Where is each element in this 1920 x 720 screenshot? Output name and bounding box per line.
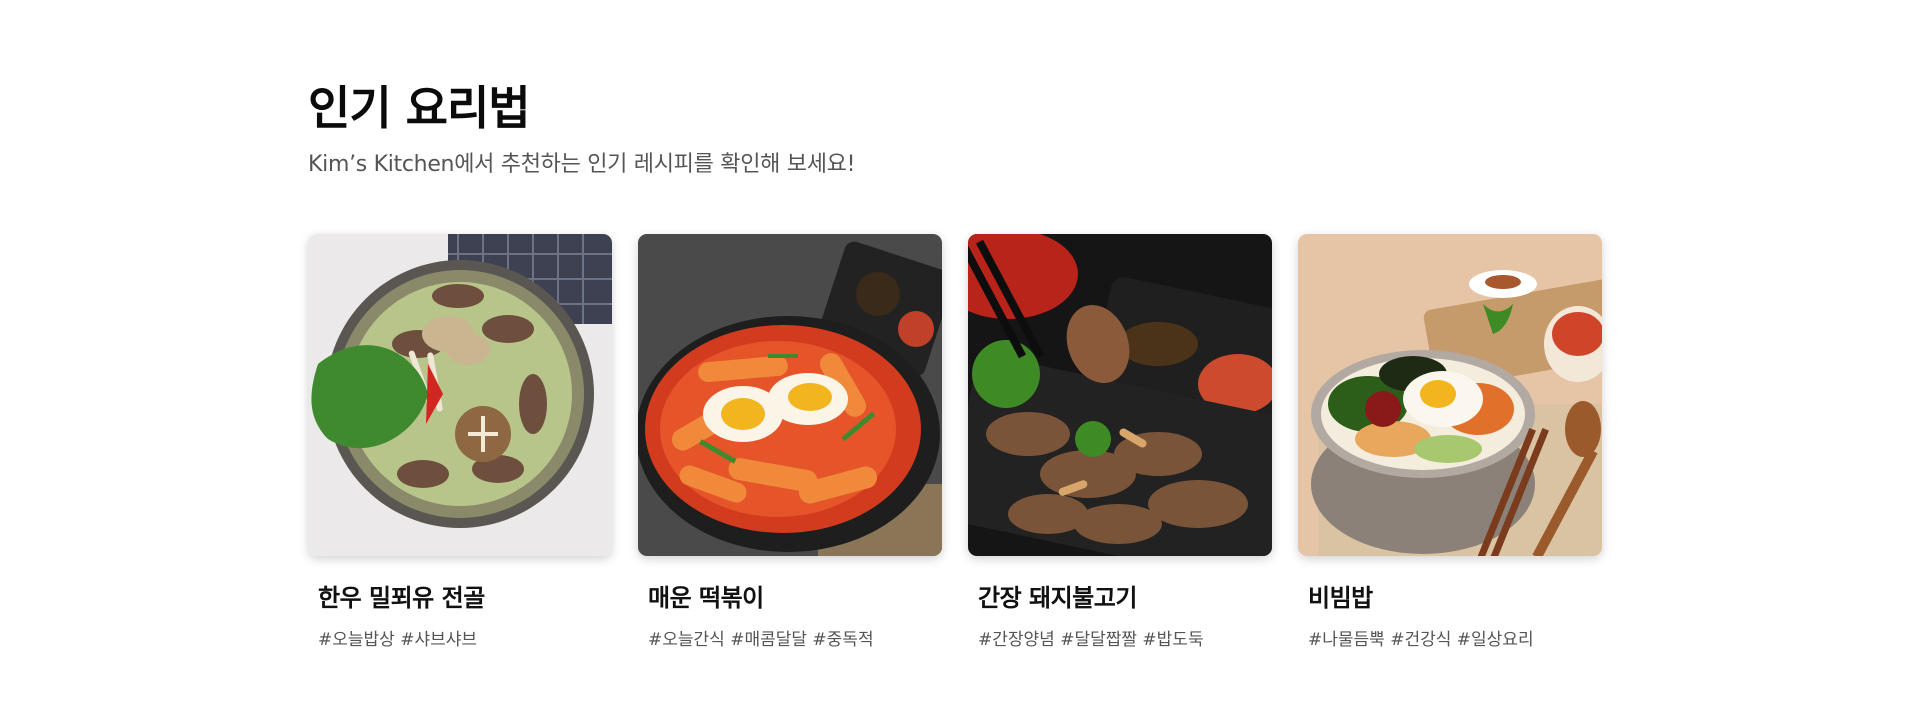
bulgogi-photo[interactable]	[968, 234, 1272, 556]
recipe-card-list: 한우 밀푀유 전골 #오늘밥상 #샤브샤브 매운 떡볶이 #오늘간식 #매콤달달…	[308, 234, 1602, 650]
recipe-tags: #간장양념 #달달짭짤 #밥도둑	[978, 630, 1204, 650]
tteokbokki-photo[interactable]	[638, 234, 942, 556]
hotpot-photo[interactable]	[308, 234, 612, 556]
recipe-card-hotpot[interactable]: 한우 밀푀유 전골 #오늘밥상 #샤브샤브	[308, 234, 612, 650]
recipe-tags: #오늘밥상 #샤브샤브	[318, 630, 478, 650]
recipe-title[interactable]: 비빔밥	[1308, 578, 1602, 613]
recipe-title[interactable]: 매운 떡볶이	[648, 578, 942, 613]
section-title: 인기 요리법	[308, 81, 531, 135]
recipe-card-tteokbokki[interactable]: 매운 떡볶이 #오늘간식 #매콤달달 #중독적	[638, 234, 942, 650]
recipe-tags: #오늘간식 #매콤달달 #중독적	[648, 630, 874, 650]
bibimbap-photo[interactable]	[1298, 234, 1602, 556]
recipe-title[interactable]: 간장 돼지불고기	[978, 578, 1272, 613]
recipe-card-bibimbap[interactable]: 비빔밥 #나물듬뿍 #건강식 #일상요리	[1298, 234, 1602, 650]
section-subtitle: Kim’s Kitchen에서 추천하는 인기 레시피를 확인해 보세요!	[308, 152, 856, 177]
recipe-title[interactable]: 한우 밀푀유 전골	[318, 578, 612, 613]
recipe-tags: #나물듬뿍 #건강식 #일상요리	[1308, 630, 1534, 650]
recipe-card-bulgogi[interactable]: 간장 돼지불고기 #간장양념 #달달짭짤 #밥도둑	[968, 234, 1272, 650]
